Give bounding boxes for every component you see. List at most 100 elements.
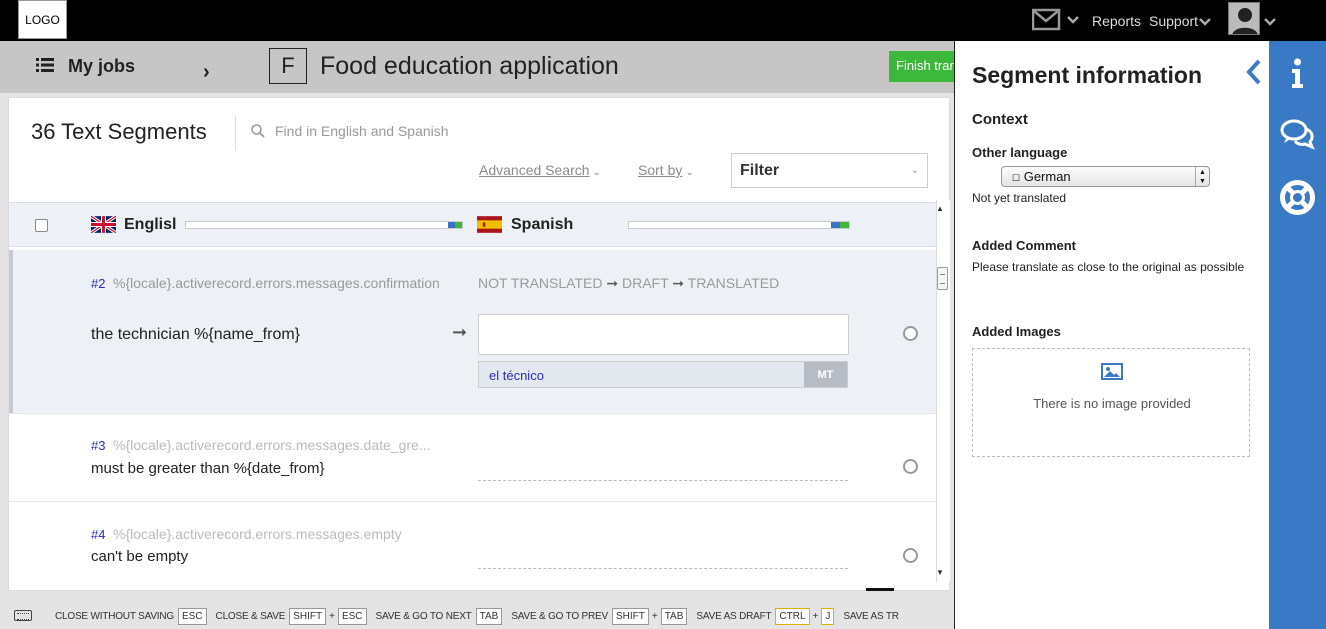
plus-sign: + <box>812 611 819 622</box>
shortcut-label: Save & go to next <box>375 611 472 622</box>
segment-status-radio[interactable] <box>903 459 918 474</box>
mt-badge: MT <box>804 362 847 387</box>
no-image-text: There is no image provided <box>1033 396 1191 411</box>
segment-row-3[interactable]: #3 %{locale}.activerecord.errors.message… <box>9 414 937 502</box>
list-icon[interactable] <box>36 58 54 72</box>
search-icon <box>251 124 265 138</box>
scroll-up-arrow-icon[interactable]: ▲ <box>936 204 944 213</box>
source-text: can't be empty <box>91 548 189 565</box>
divider <box>866 588 894 591</box>
shortcut-key: J <box>821 608 835 625</box>
user-avatar-icon[interactable] <box>1228 2 1260 35</box>
shortcut-key: SHIFT <box>611 608 649 625</box>
segment-status-radio[interactable] <box>903 326 918 341</box>
chevron-down-icon: ⌄ <box>910 165 919 176</box>
avatar-chevron-down-icon[interactable] <box>1264 17 1276 27</box>
segment-number: #3 <box>91 438 106 453</box>
select-arrows-icon: ▲ ▼ <box>1195 167 1209 186</box>
chat-icon[interactable] <box>1279 115 1316 152</box>
other-language-heading: Other language <box>972 145 1068 160</box>
top-bar: LOGO Reports Support <box>0 0 1326 41</box>
plus-sign: + <box>329 611 335 622</box>
copy-arrow-icon[interactable]: ➞ <box>452 322 467 343</box>
mt-suggestion-text: el técnico <box>489 368 544 383</box>
finish-translation-button[interactable]: Finish translation <box>889 51 955 82</box>
other-language-status: Not yet translated <box>972 191 1067 205</box>
info-panel-title: Segment information <box>972 62 1203 88</box>
advanced-search-label: Advanced Search <box>479 162 590 178</box>
shortcut-key: CTRL <box>775 608 810 625</box>
progress-fill <box>448 222 462 228</box>
source-progress-bar <box>185 221 463 229</box>
uk-flag-icon <box>91 216 116 233</box>
status-translated: TRANSLATED <box>687 275 780 291</box>
support-menu[interactable]: Support <box>1149 13 1198 29</box>
arrow-right-icon: ➞ <box>606 275 622 291</box>
image-dropzone[interactable]: There is no image provided <box>972 348 1250 457</box>
segment-status-radio[interactable] <box>903 548 918 563</box>
right-sidebar <box>1269 41 1326 629</box>
shortcut-key: ESC <box>177 608 207 625</box>
target-language-label: Spanish <box>511 216 574 233</box>
shortcut-label: Close without saving <box>55 611 174 622</box>
mt-suggestion[interactable]: el técnico MT <box>478 361 848 388</box>
images-heading: Added Images <box>972 324 1061 339</box>
comment-text: Please translate as close to the origina… <box>972 260 1245 274</box>
active-row-indicator <box>9 250 13 413</box>
arrow-right-icon: ➞ <box>672 275 688 291</box>
project-initial-badge: F <box>269 48 307 84</box>
translation-placeholder[interactable] <box>478 568 848 569</box>
shortcut-list: Close without saving ESC Close & save SH… <box>55 608 903 625</box>
status-not-translated: NOT TRANSLATED <box>478 275 603 291</box>
support-chevron-down-icon[interactable] <box>1199 17 1211 27</box>
context-heading: Context <box>972 111 1028 128</box>
filter-select[interactable]: Filter ⌄ <box>731 153 928 188</box>
segment-row-4[interactable]: #4 %{locale}.activerecord.errors.message… <box>9 502 937 590</box>
spain-flag-icon <box>477 216 502 233</box>
segment-row-2[interactable]: #2 %{locale}.activerecord.errors.message… <box>9 250 937 414</box>
comment-heading: Added Comment <box>972 238 1076 253</box>
breadcrumb-chevron-right-icon: › <box>203 61 210 83</box>
translation-placeholder[interactable] <box>478 480 848 481</box>
segment-key: %{locale}.activerecord.errors.messages.c… <box>113 275 440 291</box>
mail-chevron-down-icon[interactable] <box>1067 15 1079 25</box>
segment-key: %{locale}.activerecord.errors.messages.d… <box>113 437 431 453</box>
status-draft: DRAFT <box>621 275 669 291</box>
sort-by-label: Sort by <box>638 162 683 178</box>
divider <box>235 116 236 150</box>
chevron-down-icon: ⌄ <box>592 167 601 178</box>
vertical-scrollbar[interactable] <box>936 200 950 582</box>
scrollbar-thumb[interactable] <box>937 267 948 290</box>
reports-link[interactable]: Reports <box>1092 13 1141 29</box>
source-text: the technician %{name_from} <box>91 326 301 343</box>
column-header: Englisl Spanish <box>9 202 937 247</box>
search-input[interactable] <box>275 120 575 142</box>
advanced-search-link[interactable]: Advanced Search ⌄ <box>479 162 601 178</box>
segment-key: %{locale}.activerecord.errors.messages.e… <box>113 526 402 542</box>
other-language-select[interactable]: ☐ German ▲ ▼ <box>1001 166 1210 187</box>
target-progress-bar <box>628 221 850 229</box>
select-all-checkbox[interactable] <box>35 219 48 232</box>
sort-by-dropdown[interactable]: Sort by ⌄ <box>638 162 694 178</box>
my-jobs-link[interactable]: My jobs <box>68 56 135 77</box>
plus-sign: + <box>651 611 658 622</box>
info-icon[interactable] <box>1279 55 1316 92</box>
progress-fill <box>831 222 849 228</box>
checkbox-icon: ☐ <box>1012 173 1021 183</box>
logo[interactable]: LOGO <box>18 0 67 39</box>
scroll-down-arrow-icon[interactable]: ▼ <box>936 568 944 577</box>
lifebuoy-icon[interactable] <box>1279 179 1316 216</box>
mail-icon[interactable] <box>1032 8 1062 32</box>
keyboard-shortcuts-bar: Close without saving ESC Close & save SH… <box>0 600 955 629</box>
image-icon <box>1101 363 1123 380</box>
project-header: My jobs › F Food education application F… <box>0 41 955 93</box>
shortcut-label: Save as draft <box>696 611 772 622</box>
shortcut-key: TAB <box>475 608 503 625</box>
source-language-label: Englisl <box>124 216 177 233</box>
collapse-chevron-left-icon[interactable] <box>1244 58 1264 86</box>
other-language-value: German <box>1023 169 1071 184</box>
segment-info-panel: Segment information Context Other langua… <box>954 41 1269 629</box>
translation-input[interactable] <box>478 314 849 355</box>
segment-count: 36 Text Segments <box>31 119 207 144</box>
shortcut-label: Save as tr <box>843 611 899 622</box>
